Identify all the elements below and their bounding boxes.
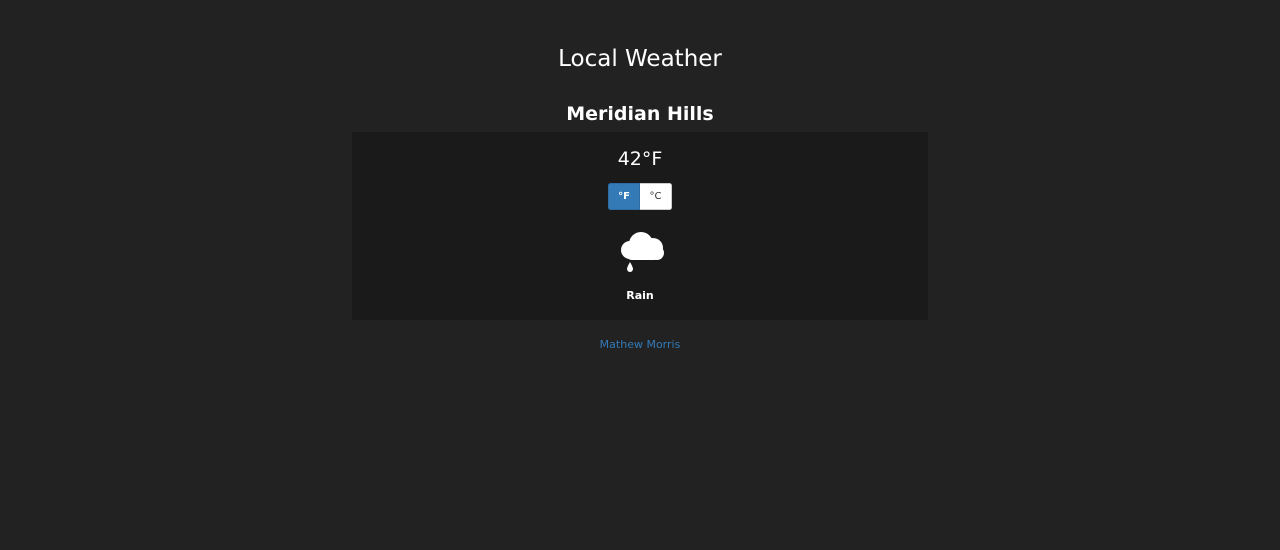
fahrenheit-button[interactable]: °F bbox=[608, 183, 640, 210]
page-title: Local Weather bbox=[558, 46, 722, 72]
author-link[interactable]: Mathew Morris bbox=[600, 338, 681, 351]
unit-toggle: °F °C bbox=[608, 183, 672, 210]
weather-card: 42°F °F °C Rain bbox=[352, 132, 928, 320]
temperature-value: 42°F bbox=[617, 148, 663, 170]
rain-cloud-icon bbox=[616, 230, 666, 274]
author-link-container: Mathew Morris bbox=[0, 337, 1280, 353]
location-name: Meridian Hills bbox=[566, 103, 714, 125]
weather-condition: Rain bbox=[626, 289, 654, 302]
weather-page: Local Weather Meridian Hills 42°F °F °C … bbox=[0, 0, 1280, 550]
celsius-button[interactable]: °C bbox=[640, 183, 672, 210]
